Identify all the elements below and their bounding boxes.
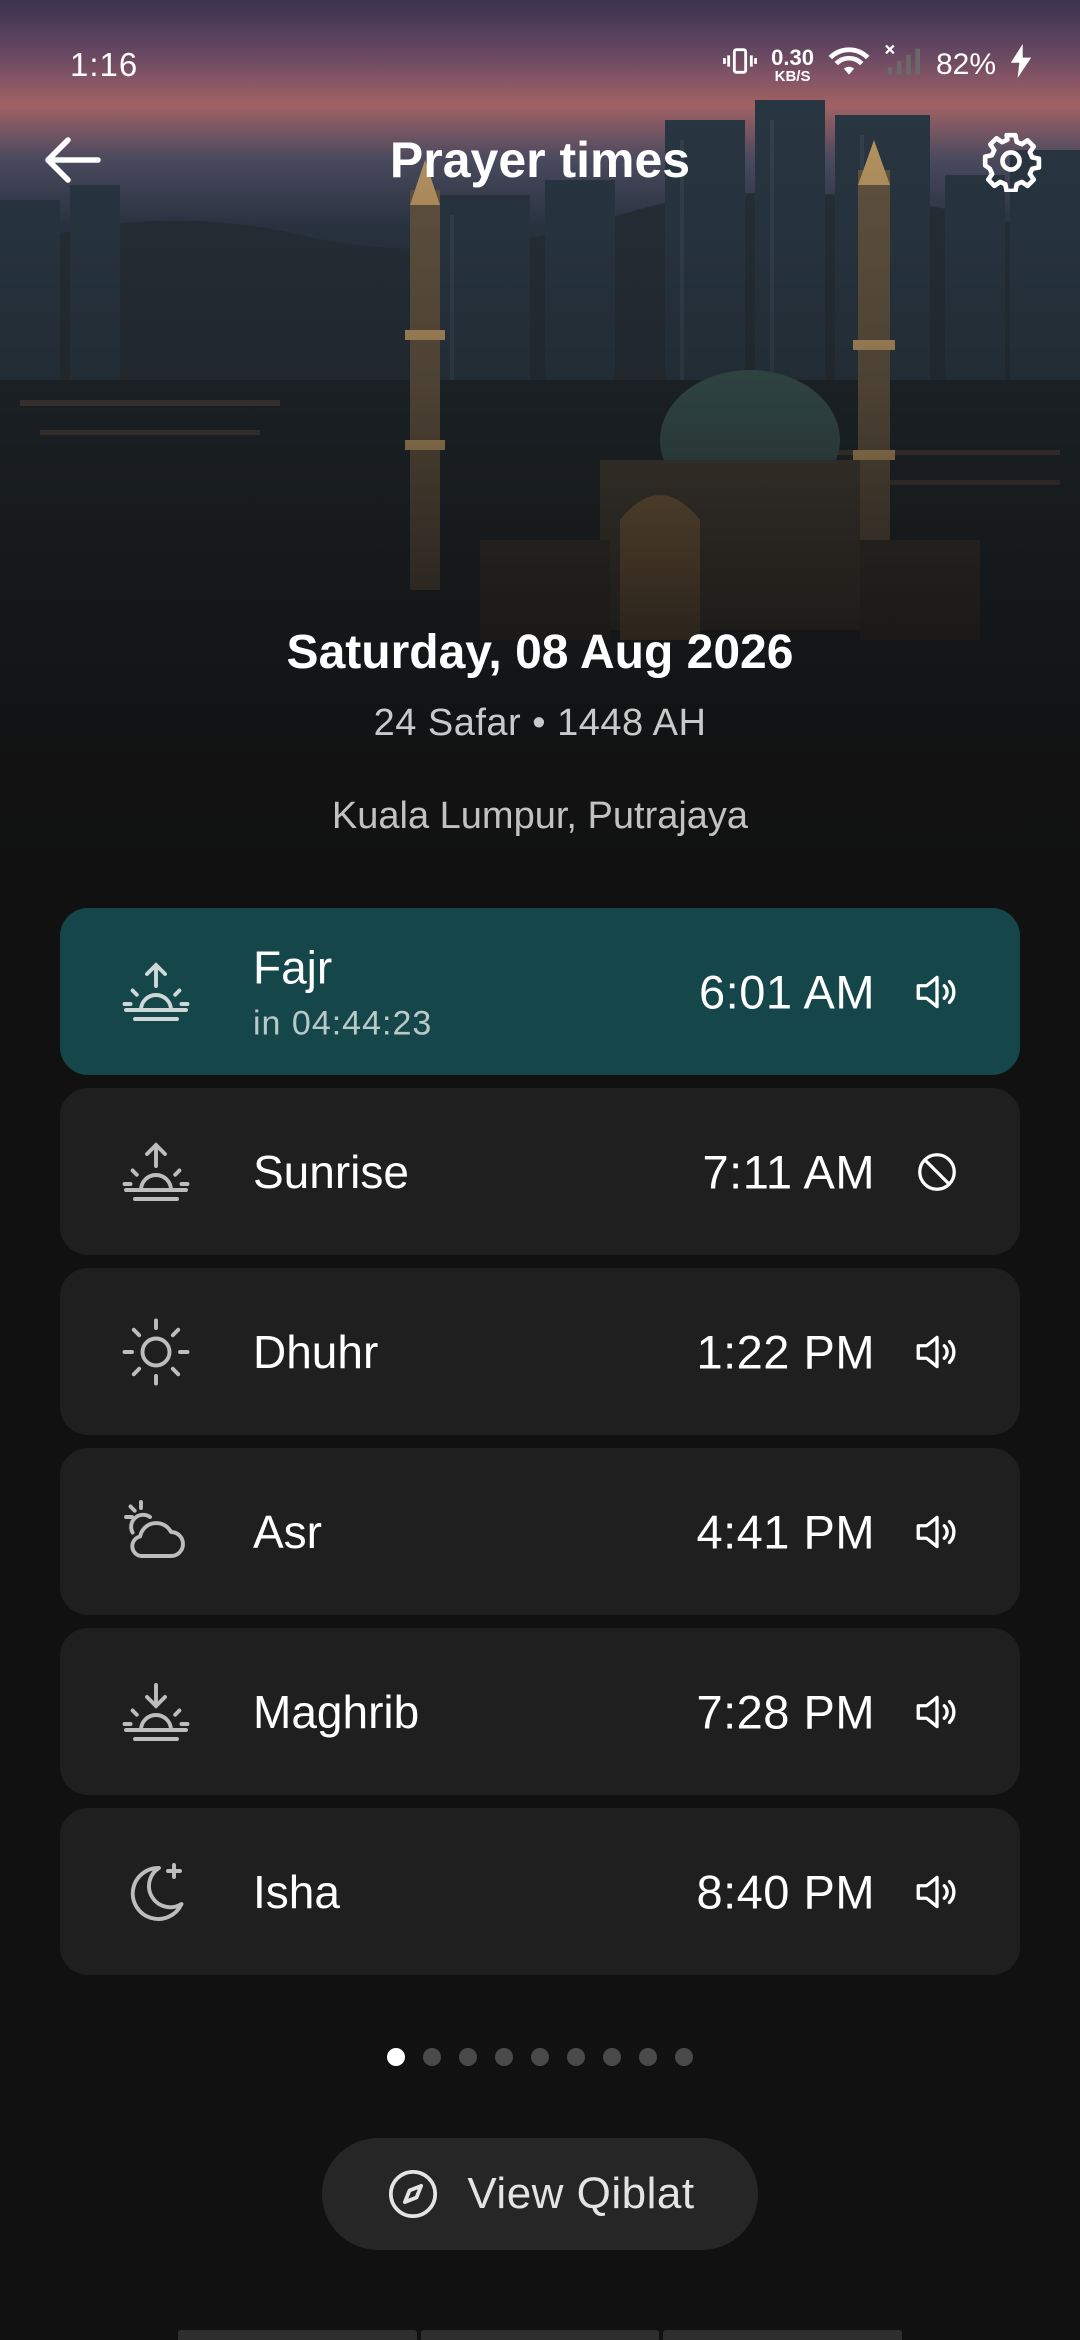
sunset-icon [120,1676,192,1748]
gear-icon [982,132,1042,192]
prayer-card-maghrib[interactable]: Maghrib 7:28 PM [60,1628,1020,1795]
page-dot[interactable] [567,2048,585,2066]
back-button[interactable] [38,130,108,190]
status-time: 1:16 [70,46,139,83]
page-dot[interactable] [423,2048,441,2066]
battery-level: 82% [935,48,996,81]
settings-button[interactable] [976,126,1046,196]
prayer-text: Maghrib [253,1685,419,1739]
date-header: Saturday, 08 Aug 2026 24 Safar • 1448 AH [0,625,1080,745]
prayer-name: Isha [253,1865,340,1918]
prayer-time: 8:40 PM [696,1865,875,1918]
prayer-name: Dhuhr [253,1325,379,1378]
alert-toggle[interactable] [910,1325,964,1379]
prayer-name: Fajr [253,941,333,993]
prayer-time: 1:22 PM [696,1325,875,1378]
prayer-text: Asr [253,1505,322,1559]
hijri-date: 24 Safar • 1448 AH [373,702,707,744]
app-bar: Prayer times [0,110,1080,210]
prayer-text: Fajr in 04:44:23 [253,940,432,1043]
prayer-time: 7:28 PM [696,1685,875,1738]
prayer-card-fajr[interactable]: Fajr in 04:44:23 6:01 AM [60,908,1020,1075]
speaker-icon [916,1695,956,1728]
prayer-countdown: in 04:44:23 [253,1004,433,1042]
prayer-card-dhuhr[interactable]: Dhuhr 1:22 PM [60,1268,1020,1435]
prayer-time: 6:01 AM [699,965,875,1018]
wifi-icon [828,44,870,86]
moon-star-icon [120,1856,192,1928]
signal-icon [884,44,922,86]
nav-segment [420,2330,660,2340]
speaker-icon [916,1875,956,1908]
page-dot[interactable] [531,2048,549,2066]
speaker-icon [916,975,956,1008]
alert-toggle[interactable] [910,1505,964,1559]
sun-icon [120,1316,192,1388]
compass-icon [389,2169,438,2219]
location-label[interactable]: Kuala Lumpur, Putrajaya [0,795,1080,838]
muted-icon [918,1152,956,1191]
prayer-card-isha[interactable]: Isha 8:40 PM [60,1808,1020,1975]
alert-toggle[interactable] [910,965,964,1019]
nav-segment [663,2330,903,2340]
page-dot[interactable] [675,2048,693,2066]
view-qiblat-button[interactable]: View Qiblat [322,2138,758,2250]
alert-toggle[interactable] [910,1145,964,1199]
vibrate-icon [723,44,758,86]
gregorian-date: Saturday, 08 Aug 2026 [286,626,794,679]
sunrise-icon [120,1136,192,1208]
cloud-sun-icon [120,1496,192,1568]
prayer-card-sunrise[interactable]: Sunrise 7:11 AM [60,1088,1020,1255]
net-speed-value: 0.30 [771,44,814,70]
page-dot[interactable] [459,2048,477,2066]
status-icons: 0.30 KB/S 82% [723,44,1032,86]
prayer-name: Sunrise [253,1145,409,1198]
prayer-time: 4:41 PM [696,1505,875,1558]
page-title: Prayer times [389,132,691,188]
view-qiblat-label: View Qiblat [467,2169,695,2218]
prayer-text: Dhuhr [253,1325,378,1379]
speaker-icon [916,1515,956,1548]
prayer-time: 7:11 AM [702,1145,875,1198]
network-speed: 0.30 KB/S [771,44,814,85]
arrow-left-icon [45,137,101,183]
page-dot[interactable] [387,2048,405,2066]
page-dot[interactable] [495,2048,513,2066]
alert-toggle[interactable] [910,1685,964,1739]
prayer-card-asr[interactable]: Asr 4:41 PM [60,1448,1020,1615]
page-dot[interactable] [639,2048,657,2066]
prayer-name: Asr [253,1505,322,1558]
prayer-text: Sunrise [253,1145,409,1199]
nav-segment [178,2330,417,2340]
prayer-text: Isha [253,1865,340,1919]
speaker-icon [916,1335,956,1368]
prayer-times-list: Fajr in 04:44:23 6:01 AM Sunrise 7:11 AM… [60,908,1020,1988]
net-speed-unit: KB/S [774,67,811,85]
alert-toggle[interactable] [910,1865,964,1919]
bottom-navigation-hint [178,2330,903,2340]
sunrise-icon [120,956,192,1028]
page-indicator [0,2048,1080,2066]
page-dot[interactable] [603,2048,621,2066]
charging-icon [1010,44,1032,86]
prayer-name: Maghrib [253,1685,420,1738]
